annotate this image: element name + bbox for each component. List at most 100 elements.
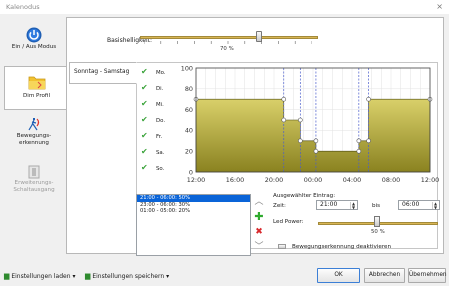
checkmark-icon: ✔	[141, 163, 148, 172]
window-title: Kalenodus	[6, 3, 40, 11]
brightness-slider-ticks	[144, 41, 312, 44]
profile-handle	[366, 96, 371, 102]
day-checkbox-so[interactable]: ✔ So.	[141, 164, 171, 174]
save-settings-label: Einstellungen speichern	[92, 273, 165, 280]
motion-toggle-icon[interactable]	[278, 244, 286, 249]
x-tick-label: 04:00	[343, 176, 361, 184]
day-checkbox-mi[interactable]: ✔ Mi.	[141, 100, 171, 110]
profile-handle	[313, 148, 319, 154]
profile-handle	[298, 138, 303, 144]
person-walking-icon	[28, 118, 40, 131]
chevron-down-icon: ﹀	[254, 242, 264, 252]
y-tick-label: 100	[181, 64, 193, 72]
selected-entry-title: Ausgewählter Eintrag:	[273, 193, 336, 199]
profile-handle	[281, 96, 287, 102]
profile-handle	[356, 148, 362, 154]
load-settings-label: Einstellungen laden	[11, 273, 71, 280]
list-item[interactable]: 21:00 - 06:00: 50%	[137, 195, 250, 202]
day-label: Sa.	[156, 150, 165, 156]
day-label: So.	[156, 166, 165, 172]
ok-button[interactable]: OK	[317, 268, 360, 283]
sidebar-item-label: Erweiterungs-Schaltausgang	[13, 180, 55, 193]
sidebar-item-on-off[interactable]: Ein / Aus Modus	[3, 27, 65, 61]
brightness-slider-track[interactable]	[140, 36, 318, 39]
apply-button[interactable]: Übernehmen	[408, 268, 447, 283]
dropdown-arrow-icon: ▾	[72, 273, 76, 280]
y-tick-labels: 100806040200	[181, 64, 193, 176]
switch-icon	[28, 165, 40, 179]
checkmark-icon: ✔	[141, 99, 148, 108]
dim-profile-chart[interactable]: 100806040200 12:00 16:00 20:00 00:00 04:00 08…	[170, 62, 440, 190]
load-settings-link[interactable]: ▆ Einstellungen laden ▾	[4, 272, 75, 280]
move-down-button[interactable]: ﹀	[253, 241, 265, 254]
profile-handle	[281, 117, 287, 123]
profile-handle	[298, 117, 303, 123]
entries-list[interactable]: 21:00 - 06:00: 50% 23:00 - 06:00: 30% 01…	[136, 194, 251, 256]
spinner-arrows-icon[interactable]: ▲ ▼	[350, 202, 356, 209]
day-checkbox-di[interactable]: ✔ Di.	[141, 84, 171, 94]
close-icon[interactable]: ×	[436, 2, 443, 11]
save-settings-link[interactable]: ▆ Einstellungen speichern ▾	[85, 272, 169, 280]
checkmark-icon: ✔	[141, 147, 148, 156]
dropdown-arrow-icon: ▾	[166, 273, 170, 280]
led-power-label: Led Power:	[273, 219, 304, 225]
sidebar-item-extension-output[interactable]: Erweiterungs-Schaltausgang	[3, 165, 65, 199]
brightness-percent: 70 %	[220, 46, 234, 52]
title-bar: Kalenodus ×	[0, 0, 449, 14]
y-tick-label: 60	[185, 106, 193, 114]
x-tick-label: 12:00	[421, 176, 439, 184]
x-tick-label: 16:00	[226, 176, 244, 184]
day-label: Mo.	[156, 70, 166, 76]
x-tick-labels: 12:00 16:00 20:00 00:00 04:00 08:00 12:00	[187, 176, 439, 184]
sidebar-item-motion[interactable]: Bewegungs-erkennung	[3, 116, 65, 154]
delete-x-icon: ✖	[255, 227, 263, 237]
led-power-slider-thumb[interactable]	[374, 216, 380, 227]
day-label: Fr.	[156, 134, 163, 140]
x-tick-label: 12:00	[187, 176, 205, 184]
y-tick-label: 80	[185, 85, 193, 93]
day-checkbox-sa[interactable]: ✔ Sa.	[141, 148, 171, 158]
time-from-spinner[interactable]: 21:00 ▲ ▼	[316, 200, 358, 210]
load-icon: ▆	[4, 272, 10, 280]
sidebar-item-label: Bewegungs-erkennung	[16, 133, 52, 146]
time-from-value: 21:00	[320, 201, 338, 208]
led-power-percent: 50 %	[371, 229, 385, 235]
time-label: Zeit:	[273, 203, 286, 209]
chevron-up-icon: ︿	[254, 197, 264, 207]
day-label: Di.	[156, 86, 164, 92]
profile-handle	[366, 138, 371, 144]
delete-entry-button[interactable]: ✖	[253, 226, 265, 239]
folder-icon	[28, 76, 45, 90]
checkmark-icon: ✔	[141, 83, 148, 92]
add-entry-button[interactable]: ✚	[253, 210, 265, 223]
time-to-value: 06:00	[402, 201, 420, 208]
x-tick-label: 08:00	[382, 176, 400, 184]
tab-sunday-saturday[interactable]: Sonntag - Samstag	[69, 62, 137, 84]
cancel-button[interactable]: Abbrechen	[364, 268, 405, 283]
plus-icon: ✚	[254, 210, 264, 223]
day-checkbox-mo[interactable]: ✔ Mo.	[141, 68, 171, 78]
sidebar-item-label: Ein / Aus Modus	[11, 44, 57, 50]
x-tick-label: 20:00	[265, 176, 283, 184]
time-to-label: bis	[372, 203, 381, 209]
day-checkbox-do[interactable]: ✔ Do.	[141, 116, 171, 126]
checkmark-icon: ✔	[141, 131, 148, 140]
checkmark-icon: ✔	[141, 67, 148, 76]
sidebar-item-dim-profile[interactable]: Dim Profil	[4, 66, 68, 110]
sidebar-item-label: Dim Profil	[22, 93, 51, 99]
list-item[interactable]: 01:00 - 05:00: 20%	[137, 208, 250, 215]
time-to-spinner[interactable]: 06:00 ▲ ▼	[398, 200, 440, 210]
move-up-button[interactable]: ︿	[253, 196, 265, 209]
checkmark-icon: ✔	[141, 115, 148, 124]
day-label: Do.	[156, 118, 166, 124]
y-tick-label: 40	[185, 127, 193, 135]
power-icon	[26, 27, 42, 43]
motion-toggle-label[interactable]: Bewegungserkennung deaktivieren	[292, 244, 391, 250]
day-checkbox-fr[interactable]: ✔ Fr.	[141, 132, 171, 142]
list-item[interactable]: 23:00 - 06:00: 30%	[137, 202, 250, 209]
day-label: Mi.	[156, 102, 164, 108]
x-tick-label: 00:00	[304, 176, 322, 184]
spinner-arrows-icon[interactable]: ▲ ▼	[432, 202, 438, 209]
profile-handle	[313, 138, 319, 144]
save-icon: ▆	[85, 272, 91, 280]
